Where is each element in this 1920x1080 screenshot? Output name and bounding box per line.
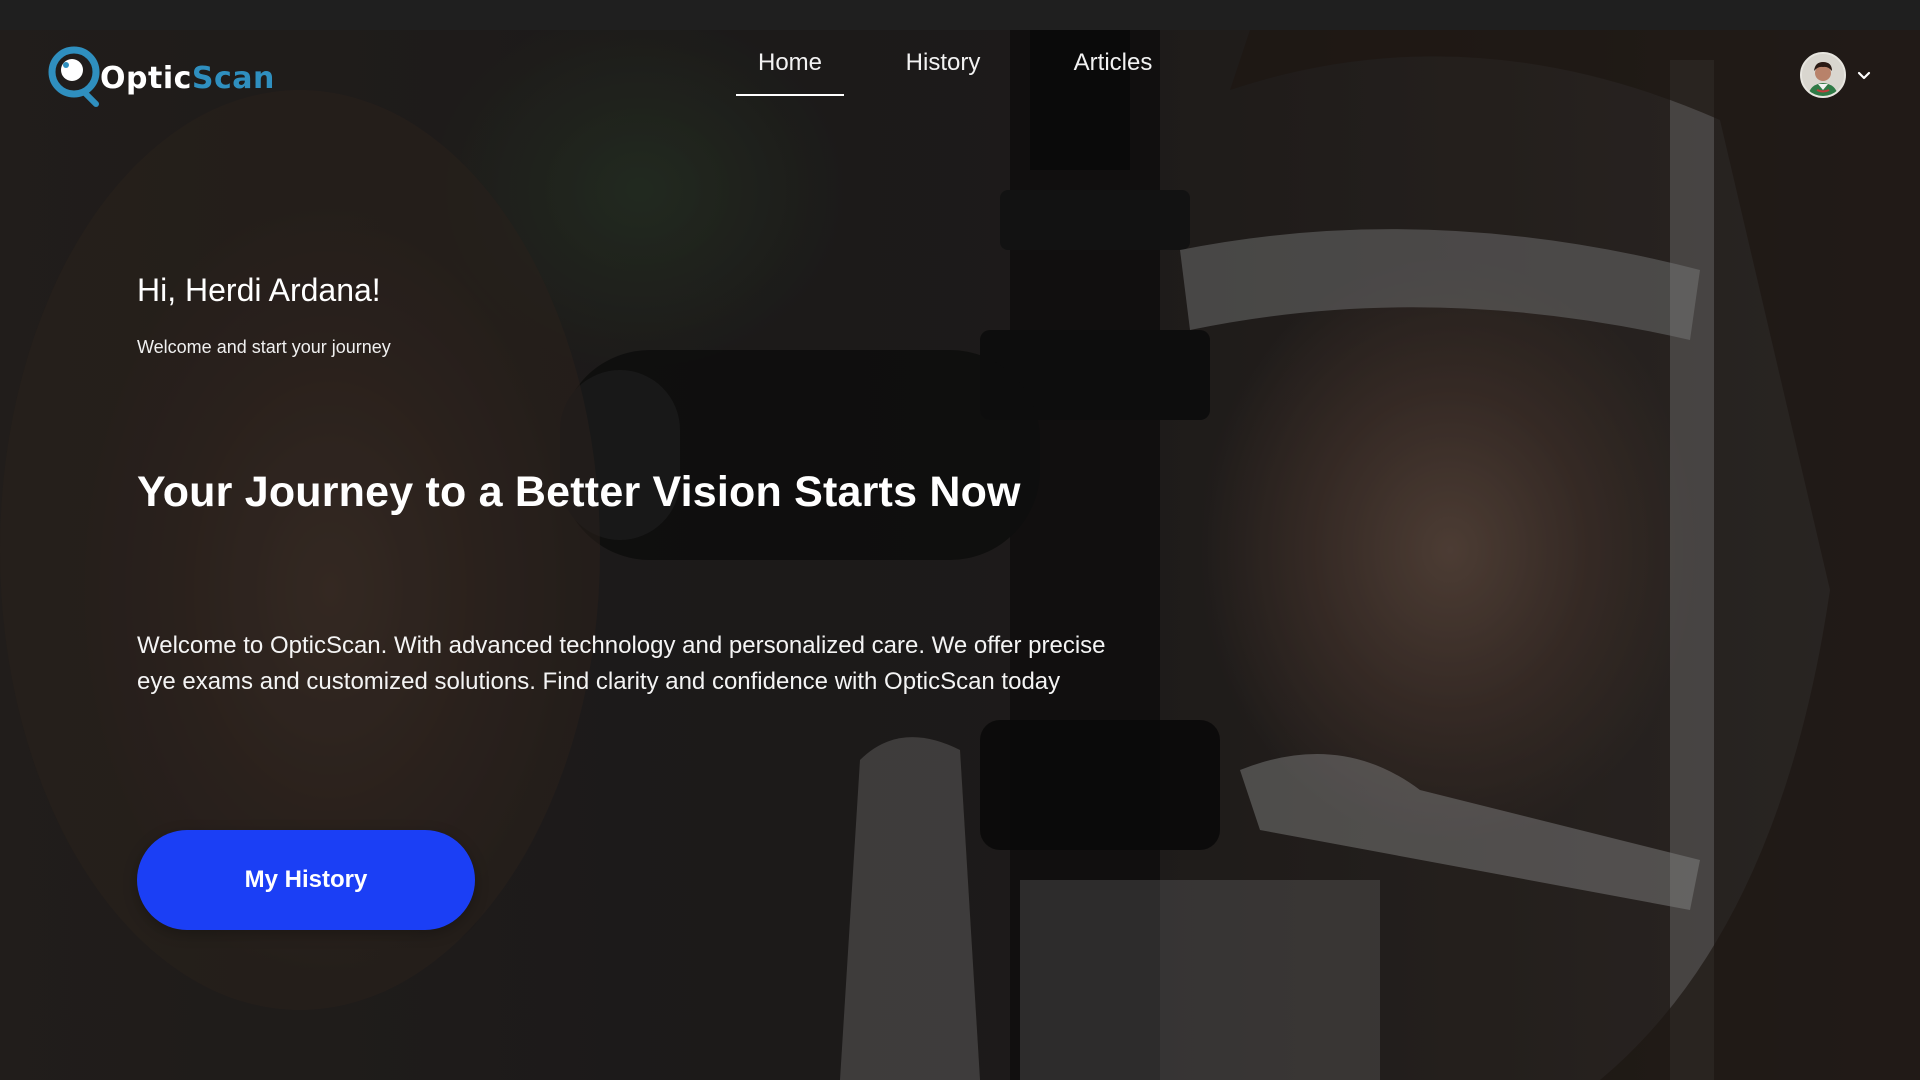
brand-name: OpticScan xyxy=(100,61,275,96)
nav-item-history[interactable]: History xyxy=(890,30,996,96)
greeting-heading: Hi, Herdi Ardana! xyxy=(137,272,381,308)
brand-logo[interactable]: OpticScan xyxy=(44,42,275,112)
greeting-subtitle: Welcome and start your journey xyxy=(137,337,391,357)
brand-name-prefix: Optic xyxy=(100,60,192,96)
nav-links: Home History Articles xyxy=(736,30,1168,96)
magnifier-eye-icon xyxy=(44,42,106,112)
user-avatar[interactable] xyxy=(1800,52,1846,98)
top-navbar: OpticScan Home History Articles xyxy=(0,30,1920,120)
browser-top-strip xyxy=(0,0,1920,30)
hero-headline: Your Journey to a Better Vision Starts N… xyxy=(137,468,1021,516)
my-history-button[interactable]: My History xyxy=(137,830,475,930)
chevron-down-icon[interactable] xyxy=(1856,67,1872,83)
profile-menu[interactable] xyxy=(1800,52,1872,98)
hero-description: Welcome to OpticScan. With advanced tech… xyxy=(137,632,1106,695)
nav-item-home[interactable]: Home xyxy=(736,30,844,96)
nav-item-articles[interactable]: Articles xyxy=(1058,30,1168,96)
brand-name-suffix: Scan xyxy=(191,60,275,96)
